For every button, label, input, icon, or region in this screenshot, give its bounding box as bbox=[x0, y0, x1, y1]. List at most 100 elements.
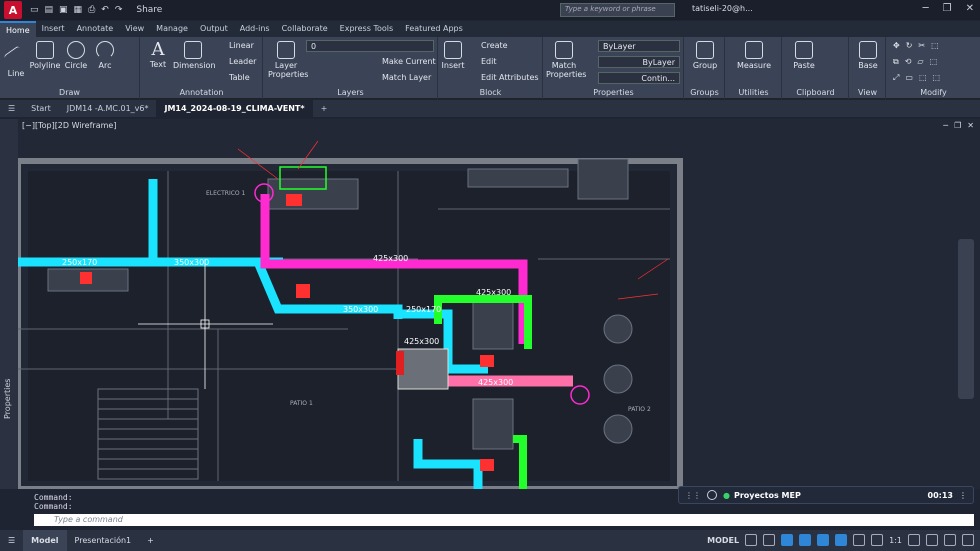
tab-collaborate[interactable]: Collaborate bbox=[276, 21, 334, 37]
line-tool[interactable]: Line bbox=[3, 41, 29, 78]
properties-side-panel[interactable]: Properties bbox=[0, 119, 18, 489]
save-icon[interactable]: ▣ bbox=[59, 5, 68, 15]
dimension-tool[interactable]: Dimension bbox=[173, 41, 216, 70]
annotation-panel-label[interactable]: Annotation bbox=[141, 88, 262, 97]
line-label: Line bbox=[7, 69, 25, 78]
viewport-controls-label[interactable]: [−][Top][2D Wireframe] bbox=[22, 121, 116, 130]
modify-tools[interactable]: ✥↻✂⬚ bbox=[893, 41, 945, 50]
autocad-logo[interactable]: A bbox=[4, 1, 22, 19]
undo-icon[interactable]: ↶ bbox=[101, 5, 109, 15]
match-layer-button[interactable]: Match Layer bbox=[382, 73, 431, 82]
viewport-close-icon[interactable]: ✕ bbox=[967, 121, 974, 130]
arc-tool[interactable]: Arc bbox=[94, 41, 116, 70]
tab-insert[interactable]: Insert bbox=[36, 21, 71, 37]
redo-icon[interactable]: ↷ bbox=[115, 5, 123, 15]
annotation-visibility-icon[interactable] bbox=[871, 534, 884, 546]
doc-tab-clima-vent[interactable]: JM14_2024-08-19_CLIMA-VENT* bbox=[156, 100, 313, 117]
menu-icon[interactable]: ☰ bbox=[0, 100, 23, 117]
tab-view[interactable]: View bbox=[119, 21, 150, 37]
more-options-icon[interactable]: ⋮ bbox=[959, 491, 967, 500]
tab-presentacion1[interactable]: Presentación1 bbox=[67, 530, 140, 551]
paste-tool[interactable]: Paste bbox=[789, 41, 819, 70]
layers-panel-label[interactable]: Layers bbox=[264, 88, 437, 97]
otrack-icon[interactable] bbox=[835, 534, 848, 546]
tab-home[interactable]: Home bbox=[0, 21, 36, 37]
isolate-objects-icon[interactable] bbox=[926, 534, 938, 546]
customize-icon[interactable] bbox=[962, 534, 974, 546]
new-tab-button[interactable]: + bbox=[313, 100, 336, 117]
drawing-viewport[interactable]: 250x170 350x300 350x300 250x170 425x300 … bbox=[18, 119, 980, 489]
open-file-icon[interactable]: ▤ bbox=[45, 5, 54, 15]
match-properties-tool[interactable]: Match Properties bbox=[546, 41, 586, 79]
fullscreen-icon[interactable] bbox=[944, 534, 956, 546]
drawing-canvas[interactable]: 250x170 350x300 350x300 250x170 425x300 … bbox=[18, 119, 980, 489]
new-file-icon[interactable]: ▭ bbox=[30, 5, 39, 15]
color-dropdown[interactable]: ByLayer bbox=[598, 40, 680, 52]
user-account[interactable]: tatiseli-20@h... bbox=[692, 4, 753, 13]
layer-dropdown[interactable]: 0 bbox=[306, 40, 434, 52]
leader-button[interactable]: Leader bbox=[229, 57, 256, 66]
doc-tab-jdm14[interactable]: JDM14 -A.MC.01_v6* bbox=[59, 100, 157, 117]
clipboard-panel-label[interactable]: Clipboard bbox=[783, 88, 848, 97]
meeting-overlay[interactable]: ⋮⋮ ● Proyectos MEP 00:13 ⋮ bbox=[678, 486, 974, 504]
minimize-icon[interactable]: ─ bbox=[923, 3, 929, 14]
add-layout-button[interactable]: + bbox=[139, 530, 162, 551]
insert-tool[interactable]: Insert bbox=[441, 41, 465, 70]
tab-model[interactable]: Model bbox=[23, 530, 67, 551]
plot-icon[interactable]: ⎙ bbox=[88, 5, 95, 15]
table-button[interactable]: Table bbox=[229, 73, 250, 82]
annotation-scale[interactable]: 1:1 bbox=[889, 536, 902, 545]
model-space-toggle[interactable]: MODEL bbox=[707, 536, 739, 545]
osnap-icon[interactable] bbox=[817, 534, 830, 546]
base-tool[interactable]: Base bbox=[852, 41, 884, 70]
linear-button[interactable]: Linear bbox=[229, 41, 254, 50]
view-panel-label[interactable]: View bbox=[850, 88, 885, 97]
snap-icon[interactable] bbox=[763, 534, 776, 546]
viewport-minimize-icon[interactable]: ─ bbox=[943, 121, 948, 130]
maximize-icon[interactable]: ❐ bbox=[943, 3, 952, 14]
polyline-tool[interactable]: Polyline bbox=[28, 41, 62, 70]
draw-panel-label[interactable]: Draw bbox=[0, 88, 139, 97]
text-tool[interactable]: A Text bbox=[147, 39, 169, 69]
layer-properties-tool[interactable]: Layer Properties bbox=[268, 41, 308, 79]
lineweight-icon[interactable] bbox=[853, 534, 866, 546]
edit-block-button[interactable]: Edit bbox=[481, 57, 497, 66]
make-current-button[interactable]: Make Current bbox=[382, 57, 436, 66]
share-button[interactable]: Share bbox=[136, 5, 162, 15]
navigation-bar[interactable] bbox=[958, 239, 974, 399]
utilities-panel-label[interactable]: Utilities bbox=[726, 88, 781, 97]
quick-access-toolbar: ▭ ▤ ▣ ▦ ⎙ ↶ ↷ Share bbox=[30, 5, 162, 15]
stop-recording-icon[interactable] bbox=[707, 490, 717, 500]
groups-panel-label[interactable]: Groups bbox=[685, 88, 724, 97]
circle-tool[interactable]: Circle bbox=[64, 41, 88, 70]
linetype-dropdown[interactable]: ByLayer bbox=[598, 56, 680, 68]
lineweight-dropdown[interactable]: Contin... bbox=[598, 72, 680, 84]
modify-tools-row2[interactable]: ⧉⟲▱⬚ bbox=[893, 57, 943, 67]
tab-express-tools[interactable]: Express Tools bbox=[334, 21, 400, 37]
tab-annotate[interactable]: Annotate bbox=[71, 21, 120, 37]
save-as-icon[interactable]: ▦ bbox=[74, 5, 83, 15]
workspace-gear-icon[interactable] bbox=[908, 534, 920, 546]
doc-tab-start[interactable]: Start bbox=[23, 100, 59, 117]
edit-attributes-button[interactable]: Edit Attributes bbox=[481, 73, 539, 82]
tab-featured-apps[interactable]: Featured Apps bbox=[399, 21, 469, 37]
grid-icon[interactable] bbox=[745, 534, 758, 546]
polar-icon[interactable] bbox=[799, 534, 812, 546]
modify-panel-label[interactable]: Modify bbox=[887, 88, 980, 97]
grip-icon[interactable]: ⋮⋮ bbox=[685, 491, 701, 500]
group-tool[interactable]: Group bbox=[687, 41, 723, 70]
properties-panel-label[interactable]: Properties bbox=[544, 88, 683, 97]
tab-manage[interactable]: Manage bbox=[150, 21, 194, 37]
measure-tool[interactable]: Measure bbox=[730, 41, 778, 70]
ortho-icon[interactable] bbox=[781, 534, 794, 546]
command-input[interactable]: Type a command bbox=[34, 514, 974, 526]
block-panel-label[interactable]: Block bbox=[439, 88, 542, 97]
tab-add-ins[interactable]: Add-ins bbox=[234, 21, 276, 37]
create-block-button[interactable]: Create bbox=[481, 41, 508, 50]
tab-output[interactable]: Output bbox=[194, 21, 234, 37]
search-input[interactable]: Type a keyword or phrase bbox=[560, 3, 675, 17]
layout-menu-icon[interactable]: ☰ bbox=[0, 530, 23, 551]
viewport-restore-icon[interactable]: ❐ bbox=[954, 121, 961, 130]
close-icon[interactable]: ✕ bbox=[966, 3, 974, 14]
modify-tools-row3[interactable]: ⤢▭⬚⬚ bbox=[893, 73, 946, 83]
